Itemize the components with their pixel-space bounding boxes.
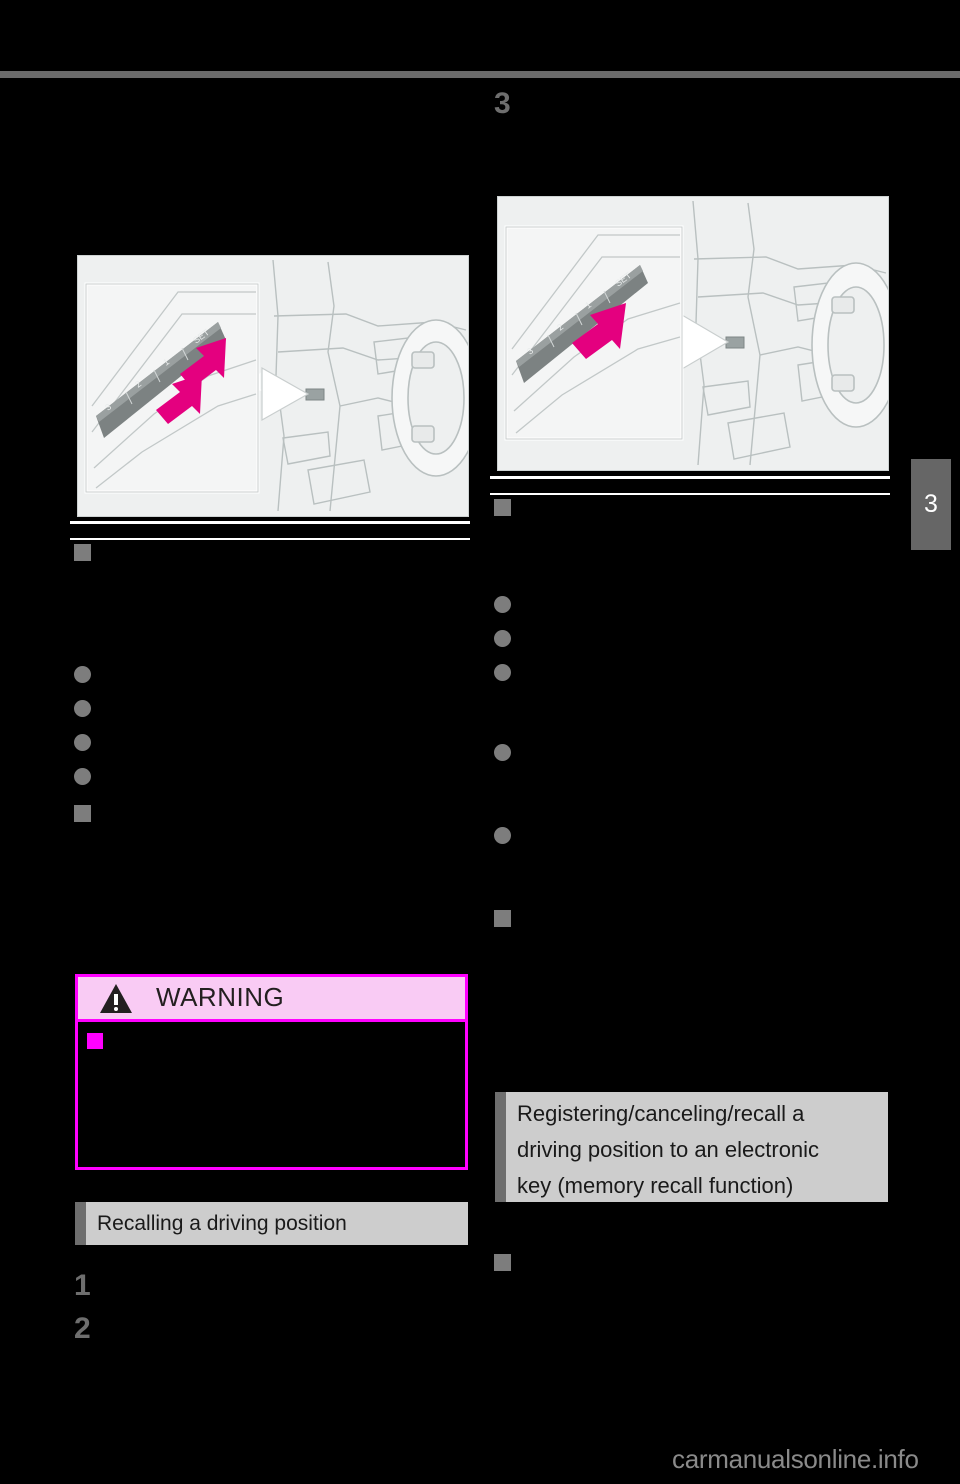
manual-page: 3 SET 1 2 3 WARNING Recalling a driving … <box>0 0 960 1484</box>
chapter-tab: 3 <box>911 459 951 550</box>
warning-exclamation-dot-icon <box>114 1007 118 1011</box>
section-heading-registering-line-2: driving position to an electronic <box>517 1137 820 1162</box>
section-heading-registering-line-1: Registering/canceling/recall a <box>517 1101 805 1126</box>
right-subheading-2-marker <box>494 910 511 927</box>
left-step-1-number: 1 <box>74 1269 91 1302</box>
right-figure-artwork: SET 1 2 3 <box>498 197 888 470</box>
section-heading-recalling-label: Recalling a driving position <box>97 1212 347 1235</box>
left-section-rule <box>70 521 470 540</box>
page-top-rule <box>0 71 960 78</box>
section-heading-registering-line-3: key (memory recall function) <box>517 1173 794 1198</box>
right-section-rule <box>490 476 890 495</box>
left-bullet-1-marker <box>74 666 91 683</box>
warning-title: WARNING <box>156 982 285 1012</box>
left-subheading-2-marker <box>74 805 91 822</box>
left-bullet-2-marker <box>74 700 91 717</box>
right-figure: SET 1 2 3 <box>497 196 889 471</box>
left-figure-artwork: SET 1 2 3 <box>78 256 468 516</box>
left-subheading-1-marker <box>74 544 91 561</box>
section-heading-recalling: Recalling a driving position <box>75 1202 468 1245</box>
right-subheading-3-marker <box>494 1254 511 1271</box>
right-bullet-5-marker <box>494 827 511 844</box>
warning-header: WARNING <box>78 977 465 1022</box>
right-column: 3 SET 1 2 3 Registering/canceling/recall… <box>490 84 890 1384</box>
left-figure: SET 1 2 3 <box>77 255 469 517</box>
right-bullet-2-marker <box>494 630 511 647</box>
right-subheading-1-marker <box>494 499 511 516</box>
left-bullet-3-marker <box>74 734 91 751</box>
section-heading-registering: Registering/canceling/recall a driving p… <box>495 1092 888 1202</box>
right-bullet-4-marker <box>494 744 511 761</box>
warning-item-marker <box>87 1033 103 1049</box>
section-accent-bar-2 <box>495 1092 506 1202</box>
footer-watermark: carmanualsonline.info <box>672 1444 919 1474</box>
section-accent-bar <box>75 1202 86 1245</box>
right-step-3-number: 3 <box>494 87 511 120</box>
left-step-2-number: 2 <box>74 1312 91 1345</box>
right-bullet-3-marker <box>494 664 511 681</box>
left-bullet-4-marker <box>74 768 91 785</box>
warning-exclamation-icon <box>114 994 118 1005</box>
warning-box: WARNING <box>75 974 468 1170</box>
left-column: SET 1 2 3 WARNING Recalling a driving po… <box>70 84 470 1384</box>
right-bullet-1-marker <box>494 596 511 613</box>
